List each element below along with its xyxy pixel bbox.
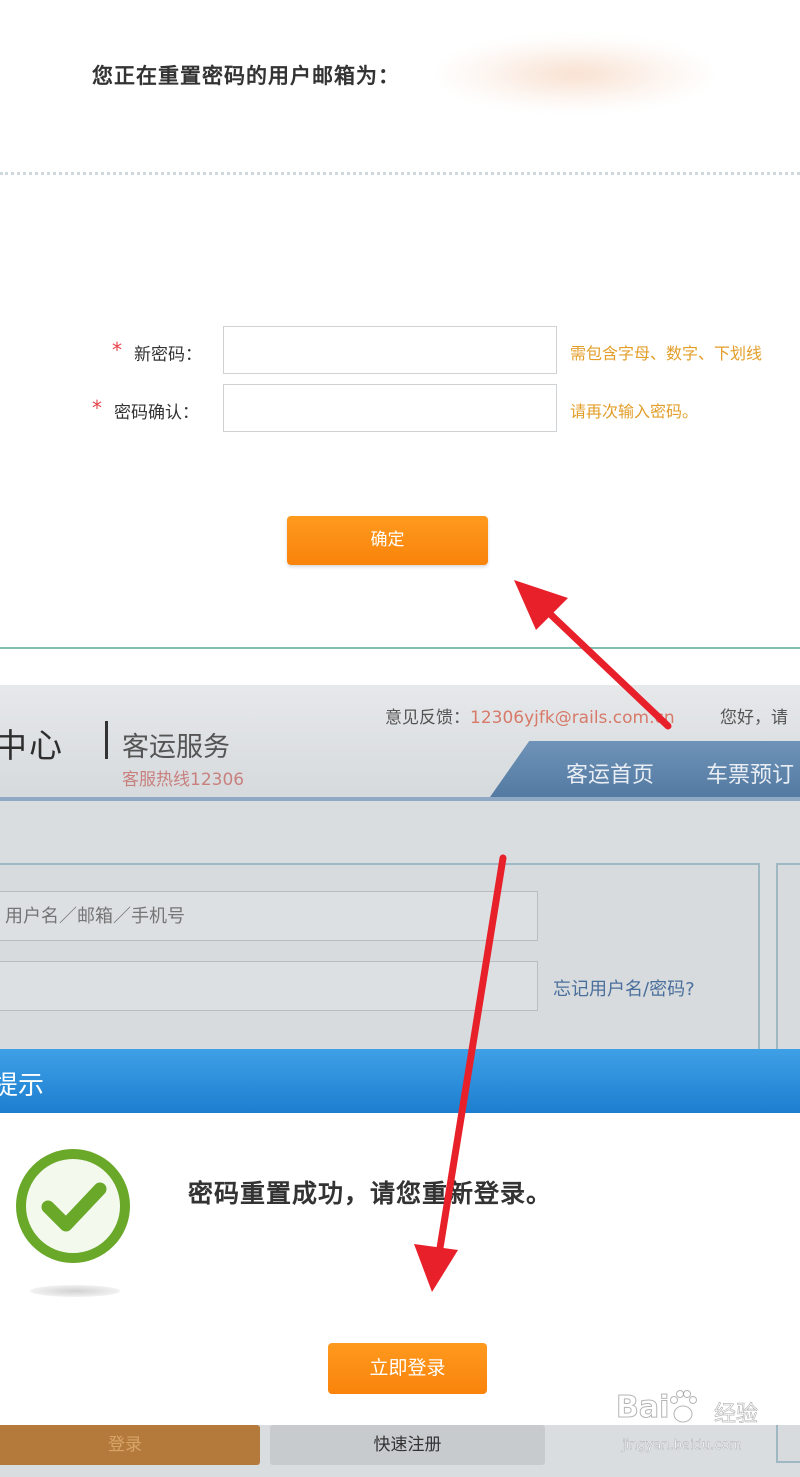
logo-divider — [105, 721, 108, 759]
login-button[interactable]: 登录 — [0, 1425, 260, 1465]
reset-password-panel: 您正在重置密码的用户邮箱为： * 新密码： 需包含字母、数字、下划线 * 密码确… — [0, 0, 800, 650]
success-message: 密码重置成功，请您重新登录。 — [188, 1179, 553, 1208]
dialog-titlebar — [0, 1049, 800, 1113]
service-title: 客运服务 — [122, 732, 230, 763]
feedback-info: 意见反馈：12306yjfk@rails.com.cn — [385, 703, 675, 728]
password-input[interactable] — [0, 961, 538, 1011]
watermark-brand: 经验 — [714, 1402, 759, 1428]
confirm-password-hint: 请再次输入密码。 — [570, 402, 699, 421]
username-input[interactable] — [0, 891, 538, 941]
icon-shadow — [30, 1285, 120, 1297]
forgot-password-link[interactable]: 忘记用户名/密码? — [553, 975, 695, 1001]
dialog-title: 提示 — [0, 1071, 45, 1101]
login-now-button[interactable]: 立即登录 — [328, 1343, 487, 1394]
required-mark: * — [92, 396, 102, 420]
baidu-jingyan-watermark: Bai 经验 jingyan.baidu.com — [615, 1386, 776, 1466]
watermark-url: jingyan.baidu.com — [622, 1438, 742, 1453]
register-button[interactable]: 快速注册 — [270, 1425, 545, 1465]
new-password-hint: 需包含字母、数字、下划线 — [570, 344, 763, 363]
watermark-logo: Bai — [615, 1390, 670, 1426]
new-password-label: 新密码： — [134, 345, 202, 365]
email-label: 您正在重置密码的用户邮箱为： — [92, 64, 400, 88]
feedback-label: 意见反馈： — [385, 708, 470, 728]
feedback-email-link[interactable]: 12306yjfk@rails.com.cn — [470, 708, 675, 728]
site-logo: 中心 — [0, 726, 64, 765]
confirm-password-row: * 密码确认： 请再次输入密码。 — [0, 384, 800, 434]
new-password-input[interactable] — [223, 326, 557, 374]
success-check-icon — [16, 1149, 130, 1263]
confirm-password-label: 密码确认： — [114, 403, 199, 423]
panel-divider — [0, 647, 800, 649]
required-mark: * — [112, 338, 122, 362]
hotline-text: 客服热线12306 — [122, 770, 245, 790]
nav-item-tickets[interactable]: 车票预订 — [706, 757, 794, 789]
header-divider — [0, 797, 800, 801]
paw-icon — [670, 1390, 697, 1423]
nav-item-home[interactable]: 客运首页 — [566, 757, 654, 789]
confirm-button[interactable]: 确定 — [287, 516, 488, 565]
login-page-with-dialog: 中心 客运服务 客服热线12306 意见反馈：12306yjfk@rails.c… — [0, 685, 800, 1477]
greeting-text: 您好，请 — [720, 708, 788, 728]
dotted-divider — [0, 172, 800, 175]
new-password-row: * 新密码： 需包含字母、数字、下划线 — [0, 326, 800, 376]
redacted-email — [440, 38, 710, 110]
confirm-password-input[interactable] — [223, 384, 557, 432]
